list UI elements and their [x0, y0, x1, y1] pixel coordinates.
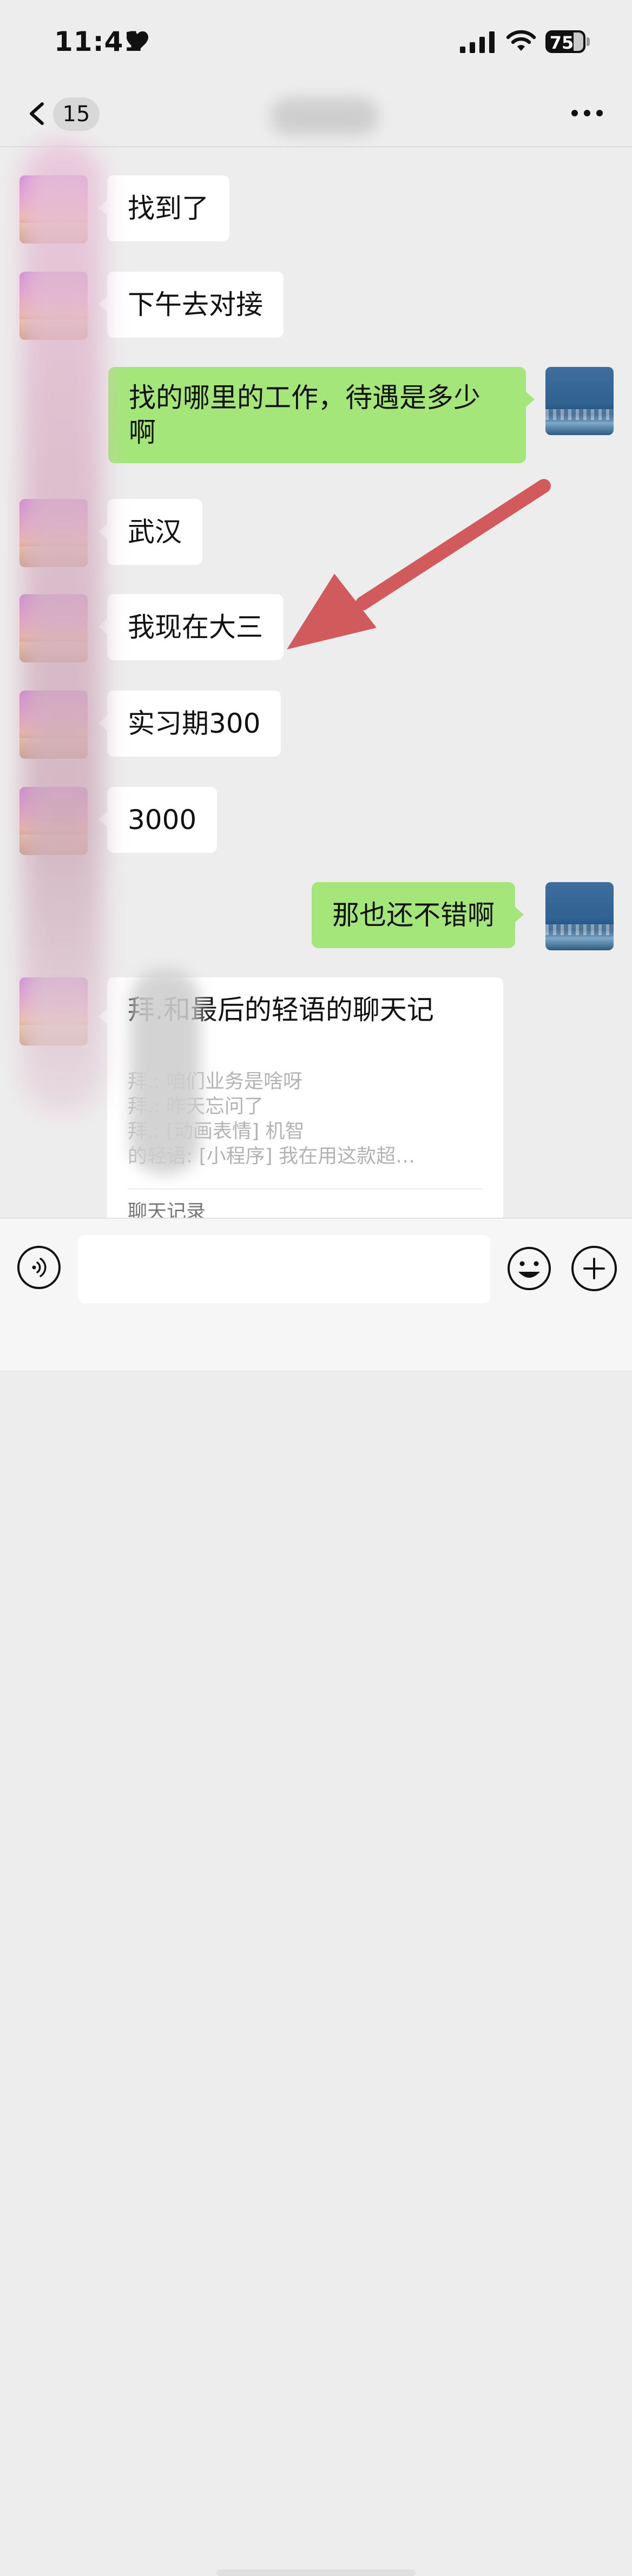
user-avatar[interactable] [545, 882, 614, 950]
chat-title-redacted [271, 97, 379, 135]
back-button[interactable]: 15 [22, 94, 103, 132]
dot-icon [596, 110, 603, 116]
status-bar: 11:41 75 [0, 0, 632, 81]
heart-icon [127, 31, 148, 51]
message-bubble-incoming[interactable]: 下午去对接 [98, 272, 284, 338]
message-bubble-incoming[interactable]: 找到了 [98, 175, 229, 241]
message-bubble-outgoing[interactable]: 找的哪里的工作，待遇是多少啊 [108, 367, 535, 463]
message-bubble-incoming[interactable]: 武汉 [98, 499, 202, 565]
wifi-icon [506, 30, 536, 51]
signal-icon [460, 31, 495, 53]
privacy-blur-overlay [22, 141, 103, 1115]
annotation-arrow [287, 479, 551, 649]
privacy-blur-overlay [130, 969, 200, 1174]
voice-input-button[interactable] [17, 1246, 61, 1289]
more-functions-button[interactable] [571, 1246, 617, 1291]
dot-icon [571, 110, 578, 116]
battery-icon: 75 [545, 30, 590, 53]
message-bubble-incoming[interactable]: 实习期300 [98, 691, 281, 757]
chat-header: 15 [0, 81, 632, 147]
user-avatar[interactable] [545, 367, 614, 435]
more-options-button[interactable] [568, 100, 606, 127]
smiley-icon [508, 1247, 551, 1290]
input-bar [0, 1218, 632, 2576]
dot-icon [584, 110, 590, 116]
message-bubble-incoming[interactable]: 3000 [98, 787, 218, 853]
voice-icon [32, 1258, 47, 1277]
unread-count-badge: 15 [53, 97, 100, 131]
message-bubble-incoming[interactable]: 我现在大三 [98, 594, 284, 660]
divider [128, 1188, 483, 1190]
chevron-left-icon [30, 102, 44, 125]
message-input[interactable] [78, 1235, 490, 1303]
home-indicator [216, 2570, 416, 2576]
emoji-button[interactable] [506, 1246, 552, 1291]
message-bubble-outgoing[interactable]: 那也还不错啊 [312, 882, 524, 948]
battery-level: 75 [549, 32, 574, 53]
